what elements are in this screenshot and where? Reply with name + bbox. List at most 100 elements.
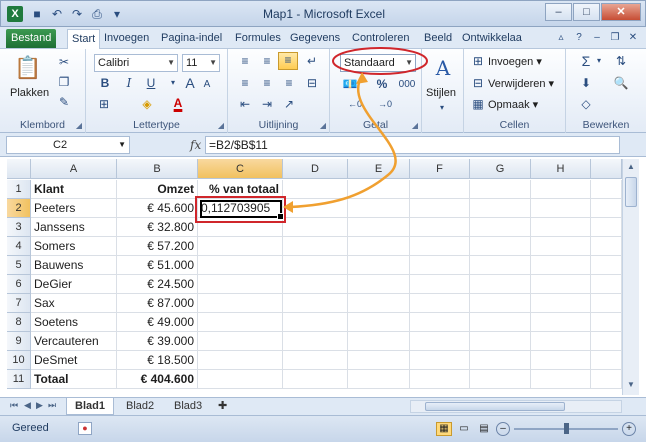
orientation-icon[interactable]: ↗ (280, 97, 298, 111)
cell-empty[interactable] (591, 370, 622, 389)
font-color-icon[interactable]: A (170, 96, 186, 110)
cell-b4[interactable]: € 57.200 (117, 237, 198, 256)
cell-empty[interactable] (470, 199, 531, 218)
number-launcher-icon[interactable]: ◢ (412, 121, 418, 130)
cell-empty[interactable] (531, 275, 591, 294)
cell-empty[interactable] (348, 199, 410, 218)
paste-button[interactable]: Plakken (10, 87, 49, 99)
macro-record-icon[interactable]: ● (78, 422, 92, 435)
delete-cells-icon[interactable]: ⊟ (470, 76, 486, 90)
cell-empty[interactable] (283, 199, 348, 218)
cell-empty[interactable] (410, 256, 470, 275)
paste-icon[interactable]: 📋 (14, 55, 41, 81)
cell-c11[interactable] (198, 370, 283, 389)
cell-empty[interactable] (531, 218, 591, 237)
format-cells-icon[interactable]: ▦ (470, 97, 486, 111)
row-header[interactable]: 2 (7, 199, 31, 218)
column-header-f[interactable]: F (410, 159, 470, 179)
cell-b9[interactable]: € 39.000 (117, 332, 198, 351)
cell-empty[interactable] (531, 199, 591, 218)
cell-empty[interactable] (470, 180, 531, 199)
tab-beeld[interactable]: Beeld (420, 29, 456, 48)
align-middle-icon[interactable]: ≡ (258, 54, 276, 68)
sort-filter-icon[interactable]: ⇅ (612, 54, 630, 68)
cell-empty[interactable] (348, 275, 410, 294)
tab-gegevens[interactable]: Gegevens (286, 29, 344, 48)
styles-button[interactable]: Stijlen (426, 87, 456, 99)
align-top-icon[interactable]: ≡ (236, 54, 254, 68)
cell-empty[interactable] (283, 370, 348, 389)
cell-empty[interactable] (531, 294, 591, 313)
cell-empty[interactable] (348, 351, 410, 370)
sheet-tab-blad2[interactable]: Blad2 (118, 398, 162, 415)
bold-button[interactable]: B (98, 76, 112, 90)
cell-empty[interactable] (591, 237, 622, 256)
cell-empty[interactable] (470, 313, 531, 332)
clipboard-launcher-icon[interactable]: ◢ (76, 121, 82, 130)
tab-start[interactable]: Start (67, 29, 101, 49)
align-bottom-icon[interactable]: ≡ (278, 52, 298, 70)
fill-color-icon[interactable]: ◈ (138, 97, 156, 111)
decrease-indent-icon[interactable]: ⇤ (236, 97, 254, 111)
font-name-combo[interactable]: Calibri ▼ (94, 54, 178, 72)
align-right-icon[interactable]: ≡ (280, 76, 298, 90)
column-header-d[interactable]: D (283, 159, 348, 179)
close-button[interactable]: ✕ (601, 3, 641, 21)
cell-a2[interactable]: Peeters (31, 199, 117, 218)
chevron-down-icon[interactable]: ▾ (437, 101, 447, 115)
cell-c9[interactable] (198, 332, 283, 351)
zoom-out-icon[interactable]: – (496, 422, 510, 436)
sheet-tab-blad1[interactable]: Blad1 (66, 398, 114, 415)
cut-icon[interactable]: ✂ (56, 55, 72, 69)
cell-empty[interactable] (348, 332, 410, 351)
font-launcher-icon[interactable]: ◢ (218, 121, 224, 130)
cell-empty[interactable] (591, 256, 622, 275)
cell-empty[interactable] (283, 294, 348, 313)
cell-empty[interactable] (348, 256, 410, 275)
name-box[interactable]: C2 ▼ (6, 136, 130, 154)
cell-empty[interactable] (410, 237, 470, 256)
cell-empty[interactable] (591, 275, 622, 294)
cell-a4[interactable]: Somers (31, 237, 117, 256)
cell-empty[interactable] (470, 332, 531, 351)
scroll-up-icon[interactable]: ▲ (625, 162, 637, 174)
column-header-a[interactable]: A (31, 159, 117, 179)
borders-icon[interactable]: ⊞ (96, 97, 112, 111)
minimize-ribbon-icon[interactable]: ▵ (554, 31, 568, 45)
window-close-icon[interactable]: ✕ (626, 31, 640, 45)
cell-a3[interactable]: Janssens (31, 218, 117, 237)
vertical-scrollbar[interactable]: ▲ ▼ (622, 159, 639, 395)
increase-indent-icon[interactable]: ⇥ (258, 97, 276, 111)
zoom-slider[interactable] (514, 423, 618, 434)
cell-b11[interactable]: € 404.600 (117, 370, 198, 389)
cell-empty[interactable] (410, 294, 470, 313)
cell-c7[interactable] (198, 294, 283, 313)
cell-empty[interactable] (283, 180, 348, 199)
row-header[interactable]: 11 (7, 370, 31, 389)
row-header[interactable]: 10 (7, 351, 31, 370)
cell-empty[interactable] (591, 294, 622, 313)
column-header-g[interactable]: G (470, 159, 531, 179)
column-header-b[interactable]: B (117, 159, 198, 179)
row-header[interactable]: 6 (7, 275, 31, 294)
last-sheet-icon[interactable]: ⏭ (48, 400, 56, 411)
cell-b6[interactable]: € 24.500 (117, 275, 198, 294)
currency-icon[interactable]: 💶 (342, 77, 358, 91)
cell-empty[interactable] (410, 370, 470, 389)
merge-center-icon[interactable]: ⊟ (302, 76, 322, 90)
prev-sheet-icon[interactable]: ◀ (24, 400, 31, 411)
cell-empty[interactable] (591, 218, 622, 237)
styles-icon[interactable]: A (432, 55, 454, 81)
select-all-corner[interactable] (7, 159, 31, 179)
cell-empty[interactable] (531, 351, 591, 370)
tab-invoegen[interactable]: Invoegen (100, 29, 153, 48)
number-format-combo[interactable]: Standaard ▼ (340, 54, 416, 72)
cell-empty[interactable] (283, 256, 348, 275)
horizontal-scrollbar[interactable] (410, 400, 622, 413)
cell-empty[interactable] (591, 199, 622, 218)
cell-a8[interactable]: Soetens (31, 313, 117, 332)
cell-empty[interactable] (591, 180, 622, 199)
formula-input[interactable]: =B2/$B$11 (205, 136, 620, 154)
row-header[interactable]: 5 (7, 256, 31, 275)
cell-empty[interactable] (410, 180, 470, 199)
